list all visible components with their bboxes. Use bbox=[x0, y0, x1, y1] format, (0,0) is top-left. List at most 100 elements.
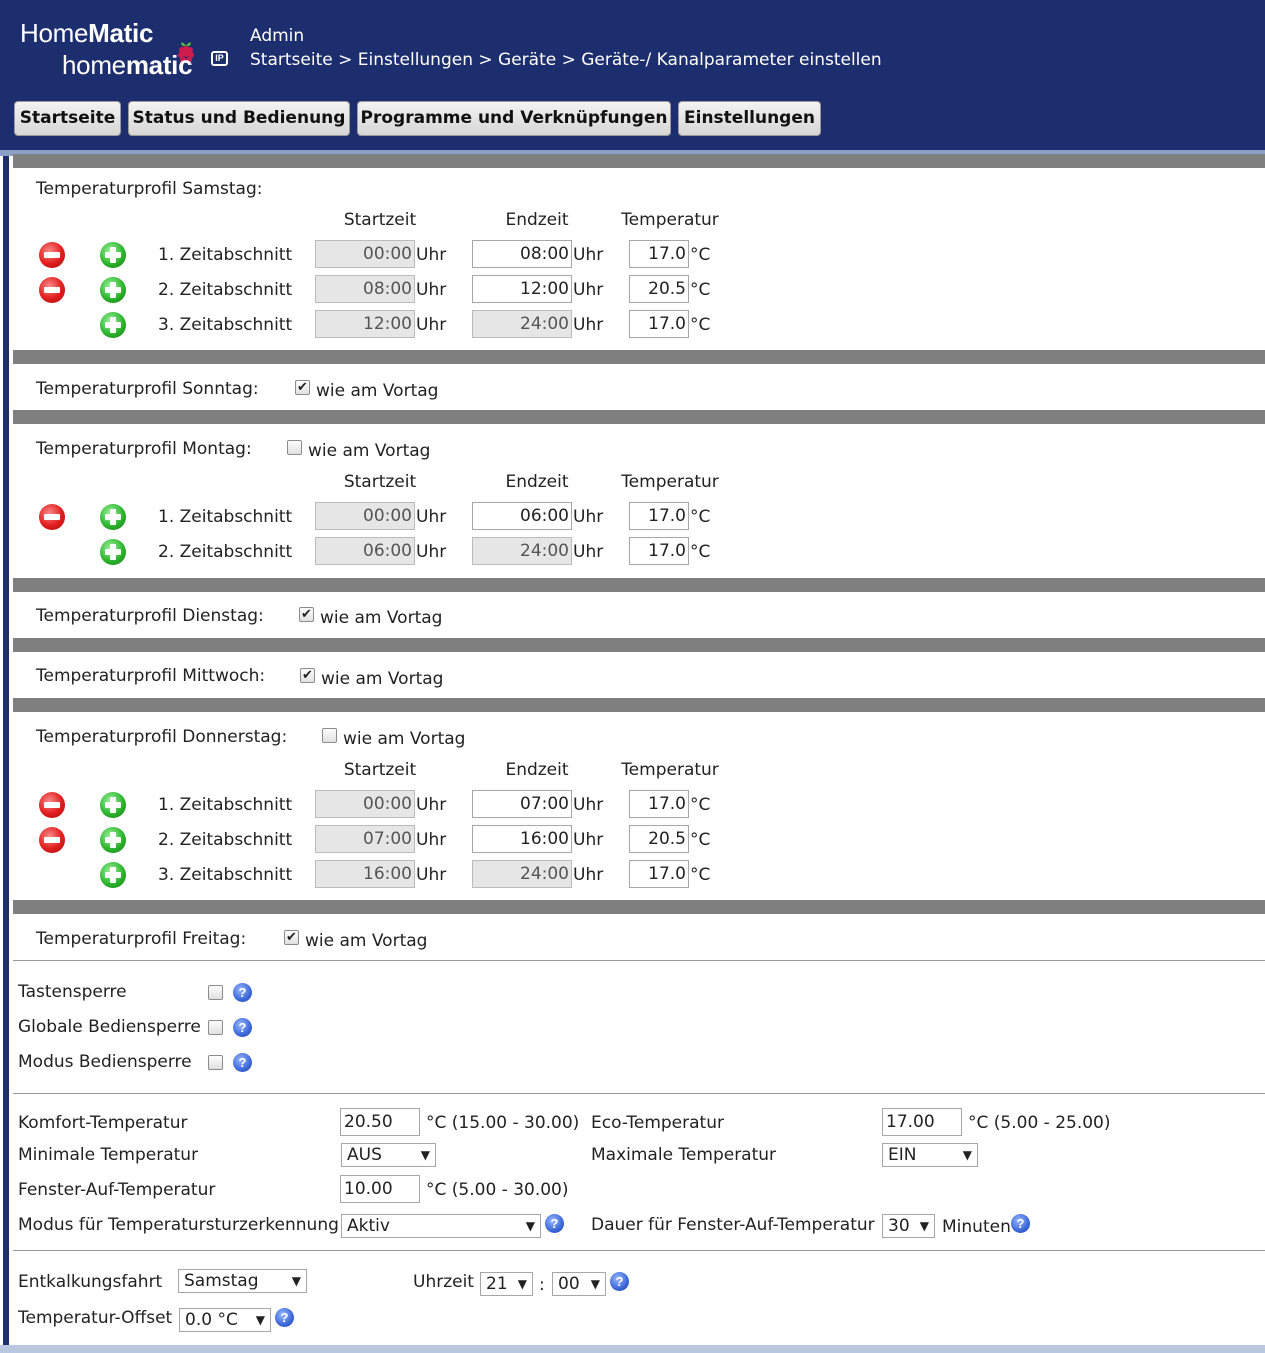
temp-unit: °C bbox=[690, 830, 711, 850]
same-as-previous-checkbox[interactable] bbox=[287, 440, 302, 455]
period-label: 3. Zeitabschnitt bbox=[158, 315, 293, 335]
remove-period-icon[interactable] bbox=[39, 827, 65, 853]
same-as-previous-checkbox[interactable]: ✔ bbox=[299, 607, 314, 622]
chevron-down-icon: ▼ bbox=[291, 1274, 301, 1288]
end-time-field[interactable]: 07:00 bbox=[472, 790, 572, 818]
help-icon[interactable]: ? bbox=[545, 1214, 564, 1233]
decalcification-minute-select[interactable]: 00 ▼ bbox=[552, 1272, 606, 1296]
period-label: 1. Zeitabschnitt bbox=[158, 795, 293, 815]
add-period-icon[interactable] bbox=[100, 312, 126, 338]
same-as-previous-label: wie am Vortag bbox=[308, 441, 431, 461]
profile-label-mittwoch: Temperaturprofil Mittwoch: bbox=[36, 666, 266, 686]
same-as-previous-checkbox[interactable]: ✔ bbox=[284, 930, 299, 945]
temperature-offset-select[interactable]: 0.0 °C ▼ bbox=[179, 1308, 271, 1332]
temperature-field[interactable]: 20.5 bbox=[629, 825, 689, 853]
decalcification-day-select[interactable]: Samstag ▼ bbox=[178, 1269, 307, 1293]
eco-temperature-range: °C (5.00 - 25.00) bbox=[968, 1113, 1111, 1133]
same-as-previous-checkbox[interactable]: ✔ bbox=[300, 668, 315, 683]
min-temperature-label: Minimale Temperatur bbox=[18, 1145, 199, 1165]
time-unit: Uhr bbox=[416, 315, 447, 335]
remove-period-icon[interactable] bbox=[39, 792, 65, 818]
time-unit: Uhr bbox=[573, 315, 604, 335]
help-icon[interactable]: ? bbox=[233, 1053, 252, 1072]
same-as-previous-checkbox[interactable] bbox=[322, 728, 337, 743]
window-open-temperature-input[interactable]: 10.00 bbox=[340, 1175, 420, 1203]
time-unit: Uhr bbox=[573, 865, 604, 885]
time-unit: Uhr bbox=[416, 280, 447, 300]
window-open-temperature-label: Fenster-Auf-Temperatur bbox=[18, 1180, 216, 1200]
temperature-drop-mode-select[interactable]: Aktiv ▼ bbox=[341, 1214, 541, 1238]
chevron-down-icon: ▼ bbox=[517, 1277, 527, 1291]
start-time-field: 16:00 bbox=[315, 860, 415, 888]
temperature-field[interactable]: 17.0 bbox=[629, 240, 689, 268]
temperature-field[interactable]: 17.0 bbox=[629, 790, 689, 818]
add-period-icon[interactable] bbox=[100, 539, 126, 565]
end-time-field[interactable]: 08:00 bbox=[472, 240, 572, 268]
komfort-temperature-label: Komfort-Temperatur bbox=[18, 1113, 188, 1133]
period-label: 1. Zeitabschnitt bbox=[158, 245, 293, 265]
max-temperature-select[interactable]: EIN ▼ bbox=[882, 1143, 978, 1167]
end-time-field[interactable]: 12:00 bbox=[472, 275, 572, 303]
end-time-field[interactable]: 06:00 bbox=[472, 502, 572, 530]
eco-temperature-input[interactable]: 17.00 bbox=[882, 1108, 962, 1136]
section-separator bbox=[13, 698, 1265, 712]
help-icon[interactable]: ? bbox=[610, 1272, 629, 1291]
lock-checkbox[interactable] bbox=[208, 985, 223, 1000]
add-period-icon[interactable] bbox=[100, 277, 126, 303]
end-time-field[interactable]: 16:00 bbox=[472, 825, 572, 853]
temperature-field[interactable]: 20.5 bbox=[629, 275, 689, 303]
time-unit: Uhr bbox=[416, 830, 447, 850]
remove-period-icon[interactable] bbox=[39, 504, 65, 530]
nav-status-button[interactable]: Status und Bedienung bbox=[128, 101, 350, 136]
app-header: HomeMatic homematic IP Admin Startseite … bbox=[0, 0, 1265, 150]
nav-programme-button[interactable]: Programme und Verknüpfungen bbox=[357, 101, 671, 136]
temp-unit: °C bbox=[690, 542, 711, 562]
temperature-field[interactable]: 17.0 bbox=[629, 537, 689, 565]
column-header-temp: Temperatur bbox=[621, 472, 719, 492]
remove-period-icon[interactable] bbox=[39, 242, 65, 268]
profile-label-dienstag: Temperaturprofil Dienstag: bbox=[36, 606, 264, 626]
decalcification-hour-select[interactable]: 21 ▼ bbox=[480, 1272, 533, 1296]
temp-unit: °C bbox=[690, 865, 711, 885]
lock-checkbox[interactable] bbox=[208, 1055, 223, 1070]
same-as-previous-checkbox[interactable]: ✔ bbox=[295, 380, 310, 395]
temp-unit: °C bbox=[690, 280, 711, 300]
help-icon[interactable]: ? bbox=[275, 1308, 294, 1327]
window-open-duration-select[interactable]: 30 ▼ bbox=[882, 1214, 935, 1238]
time-unit: Uhr bbox=[573, 542, 604, 562]
add-period-icon[interactable] bbox=[100, 792, 126, 818]
period-label: 1. Zeitabschnitt bbox=[158, 507, 293, 527]
end-time-field: 24:00 bbox=[472, 537, 572, 565]
lock-checkbox[interactable] bbox=[208, 1020, 223, 1035]
chevron-down-icon: ▼ bbox=[255, 1313, 265, 1327]
chevron-down-icon: ▼ bbox=[919, 1219, 929, 1233]
help-icon[interactable]: ? bbox=[1011, 1214, 1030, 1233]
nav-startseite-button[interactable]: Startseite bbox=[14, 101, 121, 136]
chevron-down-icon: ▼ bbox=[525, 1219, 535, 1233]
min-temperature-select[interactable]: AUS ▼ bbox=[341, 1143, 436, 1167]
time-unit: Uhr bbox=[416, 542, 447, 562]
add-period-icon[interactable] bbox=[100, 827, 126, 853]
temperature-field[interactable]: 17.0 bbox=[629, 310, 689, 338]
temp-unit: °C bbox=[690, 795, 711, 815]
add-period-icon[interactable] bbox=[100, 862, 126, 888]
remove-period-icon[interactable] bbox=[39, 277, 65, 303]
start-time-field: 06:00 bbox=[315, 537, 415, 565]
bottom-scroll-edge bbox=[0, 1345, 1265, 1353]
temperature-offset-label: Temperatur-Offset bbox=[18, 1308, 173, 1328]
column-header-temp: Temperatur bbox=[621, 210, 719, 230]
profile-label-freitag: Temperaturprofil Freitag: bbox=[36, 929, 247, 949]
add-period-icon[interactable] bbox=[100, 242, 126, 268]
period-label: 2. Zeitabschnitt bbox=[158, 280, 293, 300]
temperature-field[interactable]: 17.0 bbox=[629, 860, 689, 888]
same-as-previous-label: wie am Vortag bbox=[305, 931, 428, 951]
komfort-temperature-input[interactable]: 20.50 bbox=[340, 1108, 420, 1136]
help-icon[interactable]: ? bbox=[233, 983, 252, 1002]
help-icon[interactable]: ? bbox=[233, 1018, 252, 1037]
time-unit: Uhr bbox=[573, 795, 604, 815]
temperature-field[interactable]: 17.0 bbox=[629, 502, 689, 530]
end-time-field: 24:00 bbox=[472, 860, 572, 888]
column-header-start: Startzeit bbox=[343, 472, 417, 492]
nav-einstellungen-button[interactable]: Einstellungen bbox=[678, 101, 821, 136]
add-period-icon[interactable] bbox=[100, 504, 126, 530]
